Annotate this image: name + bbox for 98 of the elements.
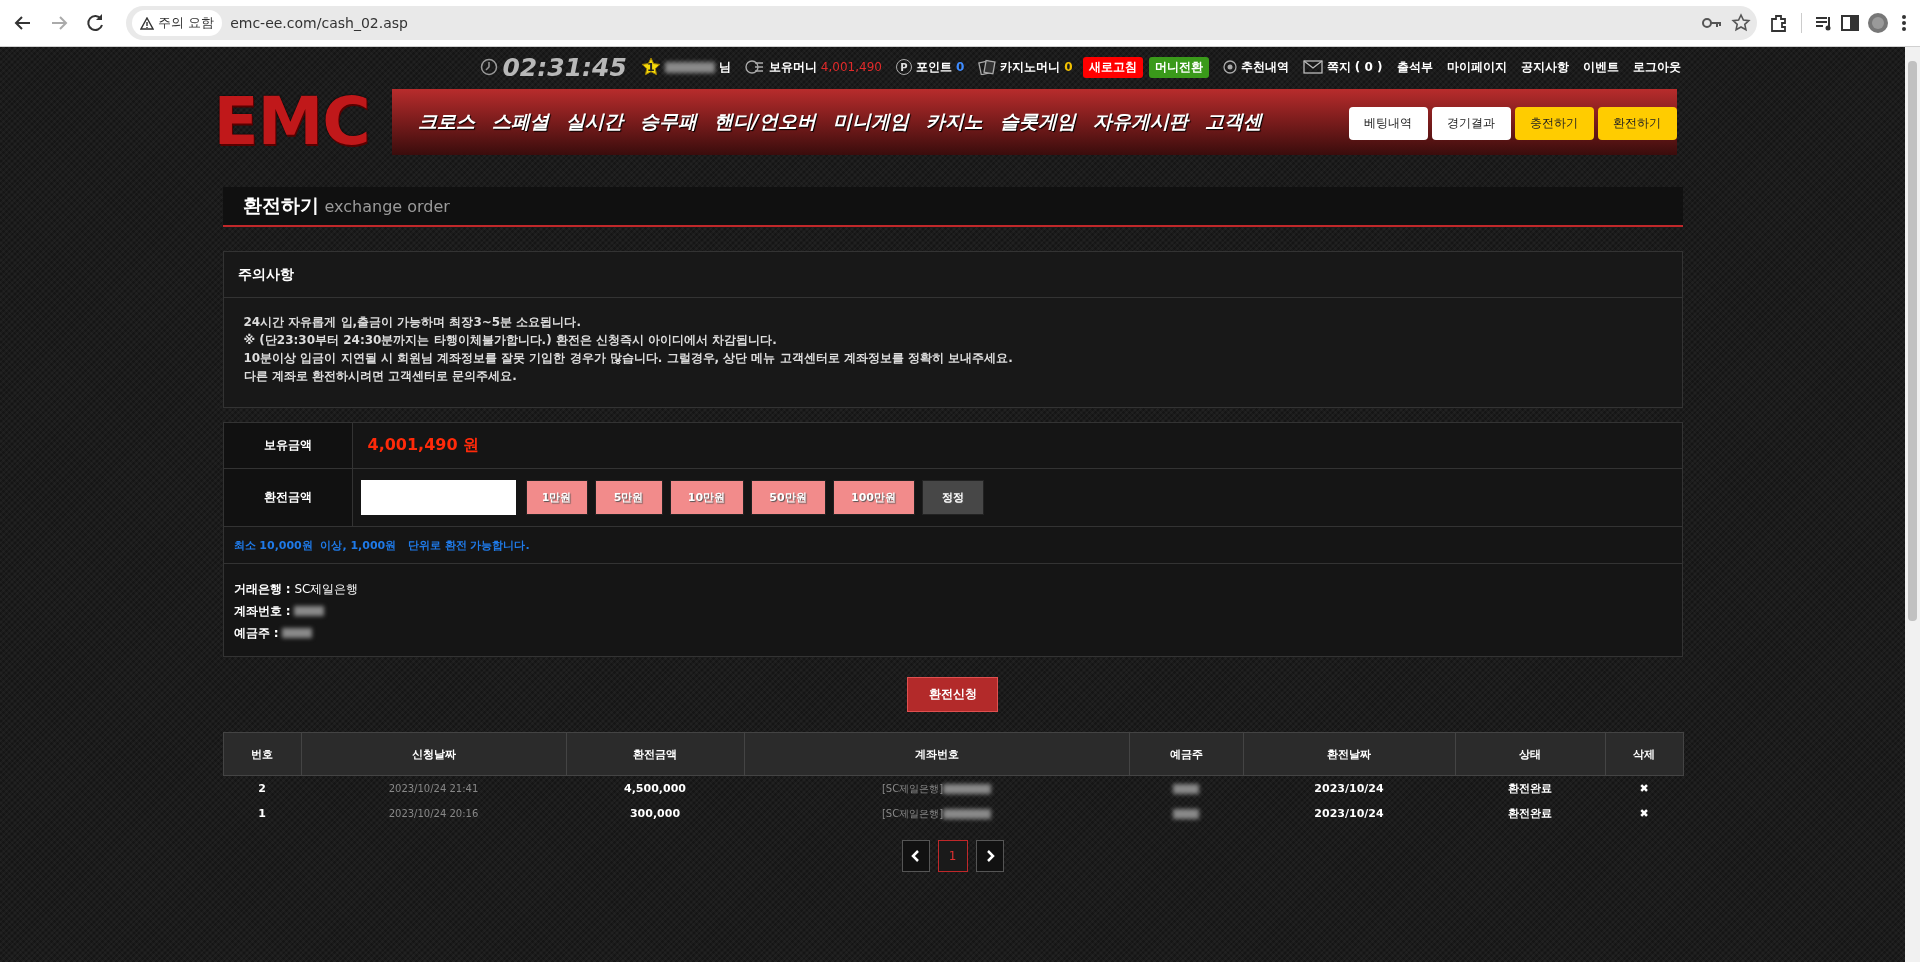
nav-item[interactable]: 핸디/언오버 xyxy=(713,109,816,135)
target-icon xyxy=(1222,60,1237,74)
sidebar-icon[interactable] xyxy=(1840,13,1860,33)
action-badge[interactable]: 새로고침 xyxy=(1082,56,1143,78)
top-link[interactable]: 공지사항 xyxy=(1520,58,1569,76)
notice-text: 10분이상 입금이 지연될 시 회원님 계좌정보를 잘못 기입한 경우가 많습니다. 그럴경우, 상단 메뉴 고객센터로 계좌정보를 정확히 보내주세요. xyxy=(243,350,1013,367)
nav-item[interactable]: 슬롯게임 xyxy=(999,109,1076,135)
top-link[interactable]: 로그아웃 xyxy=(1632,58,1681,76)
table-cell: [SC제일은행] xyxy=(881,781,944,796)
blurred-text xyxy=(282,628,313,638)
warning-icon xyxy=(140,16,154,30)
submit-button[interactable]: 환전신청 xyxy=(907,677,998,712)
chevron-left-icon xyxy=(910,850,921,862)
delete-icon[interactable]: ✖ xyxy=(1639,807,1649,820)
next-page-button[interactable] xyxy=(975,840,1004,872)
blurred-text xyxy=(943,808,992,819)
page-title: 환전하기 exchange order xyxy=(242,193,450,218)
top-link[interactable]: 추천내역 xyxy=(1240,58,1289,76)
notice-title: 주의사항 xyxy=(237,265,294,284)
level-star-icon xyxy=(640,57,661,77)
table-cell: 환전완료 xyxy=(1508,807,1552,820)
field-label: 보유금액 xyxy=(263,437,312,454)
top-link[interactable]: 쪽지 ( 0 ) xyxy=(1326,58,1383,76)
nav-item[interactable]: 카지노 xyxy=(925,109,983,135)
chevron-right-icon xyxy=(984,850,995,862)
user-suffix: 님 xyxy=(718,58,731,76)
stat-value: 0 xyxy=(955,60,965,74)
quick-button[interactable]: 경기결과 xyxy=(1431,107,1511,140)
nav-item[interactable]: 스페셜 xyxy=(491,109,549,135)
envelope-icon xyxy=(1302,60,1323,74)
stat-label: 포인트 xyxy=(915,58,952,76)
key-icon[interactable] xyxy=(1701,16,1723,30)
table-cell: 1 xyxy=(258,807,266,820)
previous-page-button[interactable] xyxy=(901,840,930,872)
column-header: 계좌번호 xyxy=(914,747,959,761)
nav-item[interactable]: 자유게시판 xyxy=(1092,109,1188,135)
action-badge[interactable]: 머니전환 xyxy=(1148,56,1209,78)
blurred-username xyxy=(664,61,715,73)
page-button[interactable]: 1 xyxy=(937,840,968,872)
blurred-text xyxy=(1173,784,1199,794)
url-text: emc-ee.com/cash_02.asp xyxy=(230,15,409,31)
table-cell: 2 xyxy=(258,782,266,795)
notice-text: ※ (단23:30부터 24:30분까지는 타행이체불가합니다.) 환전은 신청즉시 아이디에서 차감됩니다. xyxy=(243,332,777,349)
scrollbar-thumb[interactable] xyxy=(1908,61,1917,621)
table-cell: 환전완료 xyxy=(1508,782,1552,795)
table-cell: 2023/10/24 21:41 xyxy=(388,783,479,794)
avatar-icon[interactable] xyxy=(1866,11,1890,35)
bank-value: SC제일은행 xyxy=(294,580,359,598)
quick-button[interactable]: 베팅내역 xyxy=(1348,107,1428,140)
quick-button[interactable]: 환전하기 xyxy=(1597,107,1677,140)
column-header: 신청날짜 xyxy=(411,747,456,761)
table-cell: 2023/10/24 xyxy=(1314,782,1384,795)
nav-item[interactable]: 실시간 xyxy=(565,109,623,135)
stat-label: 카지노머니 xyxy=(1000,58,1061,76)
stat-value: 4,001,490 xyxy=(820,60,882,74)
column-header: 번호 xyxy=(251,747,273,761)
top-link[interactable]: 마이페이지 xyxy=(1446,58,1507,76)
column-header: 삭제 xyxy=(1633,747,1655,761)
nav-item[interactable]: 고객센 xyxy=(1204,109,1262,135)
top-link[interactable]: 이벤트 xyxy=(1582,58,1619,76)
column-header: 환전금액 xyxy=(633,747,677,761)
star-icon[interactable] xyxy=(1731,13,1751,33)
table-cell: 2023/10/24 xyxy=(1314,807,1384,820)
amount-input[interactable] xyxy=(360,480,516,515)
notice-text: 24시간 자유롭게 입,출금이 가능하며 최장3~5분 소요됩니다. xyxy=(243,314,581,331)
address-bar[interactable]: 주의 요함 emc-ee.com/cash_02.asp xyxy=(126,6,1757,40)
reset-button[interactable]: 정정 xyxy=(921,480,984,515)
bank-label: 거래은행 : xyxy=(233,580,291,598)
top-link[interactable]: 출석부 xyxy=(1396,58,1433,76)
hint-text: 최소 10,000원 이상, 1,000원 단위로 환전 가능합니다. xyxy=(233,537,530,553)
table-cell: 4,500,000 xyxy=(624,782,686,795)
table-cell: [SC제일은행] xyxy=(881,806,944,821)
notice-text: 다른 계좌로 환전하시려면 고객센터로 문의주세요. xyxy=(243,368,517,385)
balance-amount: 4,001,490 원 xyxy=(367,435,480,456)
field-label: 환전금액 xyxy=(263,489,312,506)
quick-button[interactable]: 충전하기 xyxy=(1514,107,1594,140)
table-cell: 2023/10/24 20:16 xyxy=(388,808,479,819)
blurred-text xyxy=(1173,809,1199,819)
delete-icon[interactable]: ✖ xyxy=(1639,782,1649,795)
extension-icon[interactable] xyxy=(1769,13,1789,33)
table-cell: 300,000 xyxy=(629,807,681,820)
column-header: 상태 xyxy=(1519,747,1541,761)
nav-item[interactable]: 크로스 xyxy=(417,109,475,135)
stat-label: 보유머니 xyxy=(768,58,817,76)
nav-item[interactable]: 미니게임 xyxy=(832,109,909,135)
bank-label: 계좌번호 : xyxy=(233,602,291,620)
stat-value: 0 xyxy=(1064,60,1073,74)
nav-item[interactable]: 승무패 xyxy=(639,109,697,135)
security-warning-chip[interactable]: 주의 요함 xyxy=(132,10,223,36)
cards-icon xyxy=(978,59,997,75)
clock-time: 02:31:45 xyxy=(502,52,627,82)
column-header: 예금주 xyxy=(1169,747,1203,761)
blurred-text xyxy=(294,606,325,616)
blurred-text xyxy=(943,783,992,794)
column-header: 환전날짜 xyxy=(1327,747,1371,761)
clock-icon xyxy=(480,58,499,76)
bank-label: 예금주 : xyxy=(233,624,279,642)
level-number: 1 xyxy=(647,60,655,74)
